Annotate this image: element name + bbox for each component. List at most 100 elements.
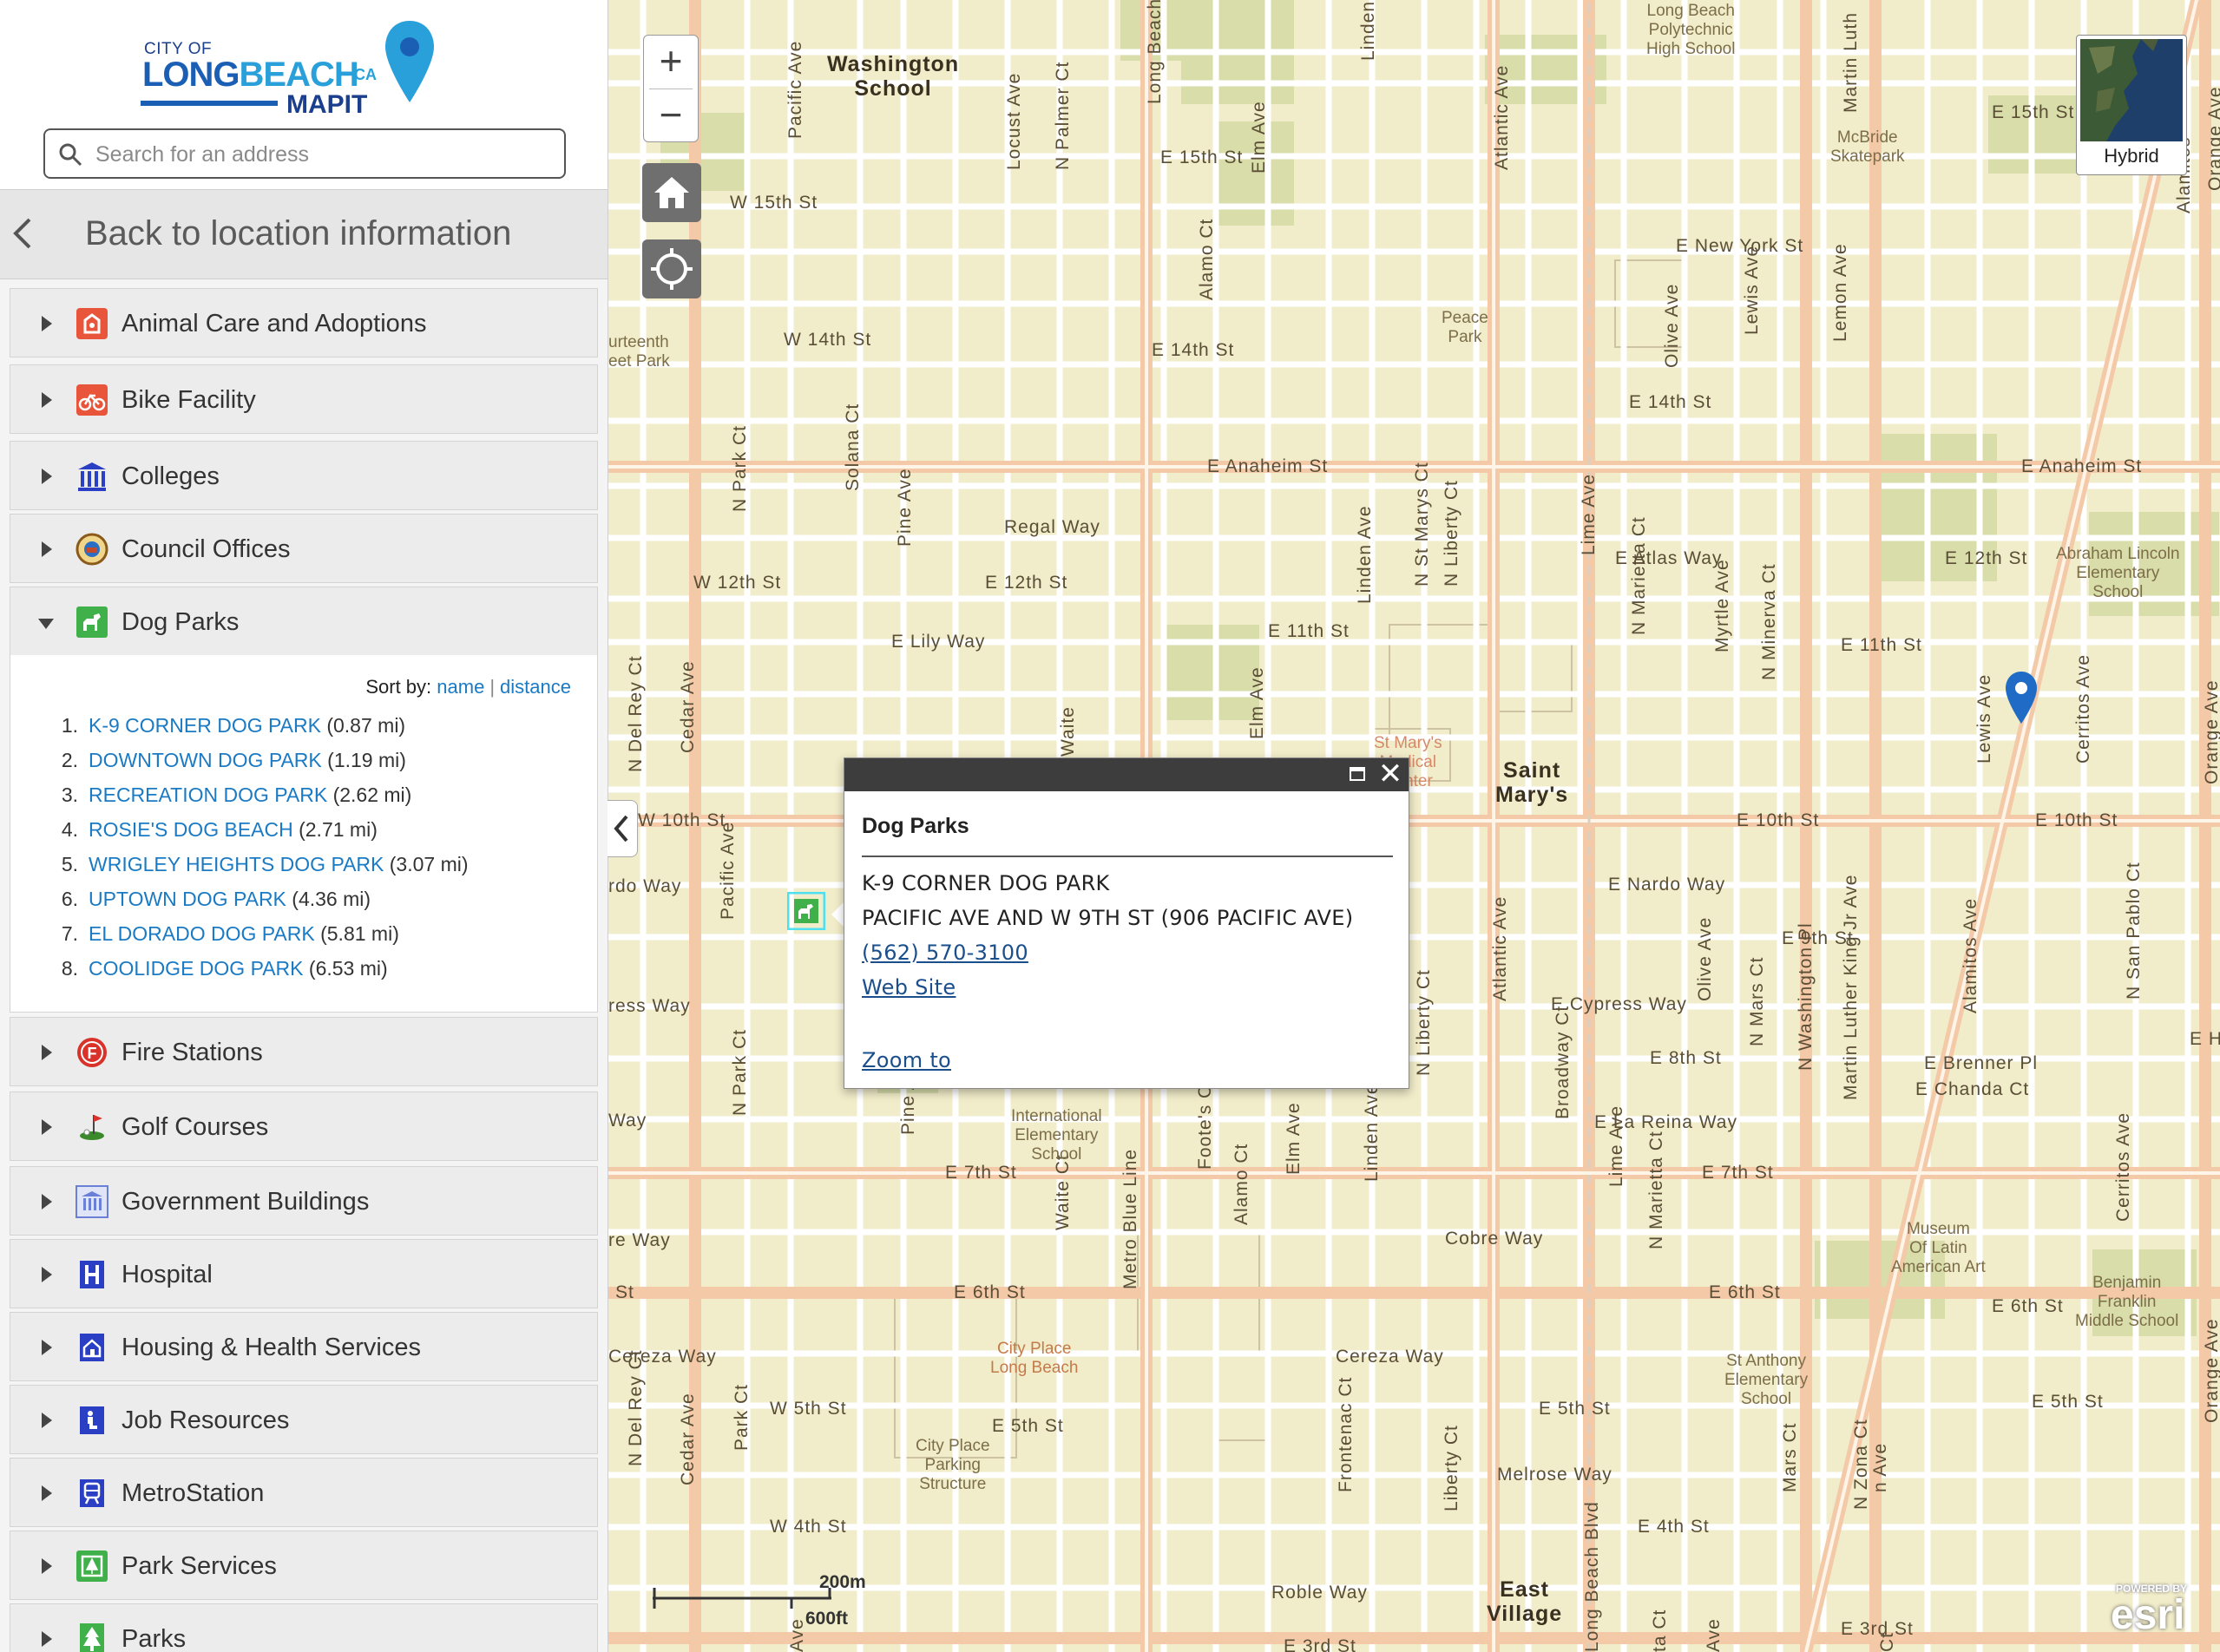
street-label: E 6th St xyxy=(954,1282,1026,1302)
poi-label: Benjamin Franklin Middle School xyxy=(2075,1274,2178,1331)
dog-park-link[interactable]: COOLIDGE DOG PARK xyxy=(89,957,304,980)
street-label: Cobre Way xyxy=(1445,1229,1544,1249)
maximize-icon[interactable] xyxy=(1350,767,1365,781)
street-label: N Park Ct xyxy=(730,1028,750,1116)
list-item: 3. RECREATION DOG PARK (2.62 mi) xyxy=(45,783,469,818)
category-label: Hospital xyxy=(122,1261,213,1288)
category-fire-stations[interactable]: F Fire Stations xyxy=(10,1017,598,1086)
dog-park-link[interactable]: UPTOWN DOG PARK xyxy=(89,888,286,910)
street-label: Atlantic Ave xyxy=(1490,895,1510,1001)
category-colleges[interactable]: Colleges xyxy=(10,441,598,510)
poi-label: McBride Skatepark xyxy=(1830,128,1905,167)
dog-park-link[interactable]: DOWNTOWN DOG PARK xyxy=(89,749,322,771)
back-to-location-button[interactable]: Back to location information xyxy=(0,189,608,279)
street-label: n Ave xyxy=(1870,1442,1890,1492)
category-metro-station[interactable]: MetroStation xyxy=(10,1458,598,1527)
selected-dog-park-marker[interactable] xyxy=(787,892,825,930)
esri-logo[interactable]: POWERED BY esri xyxy=(2104,1583,2206,1643)
category-hospital[interactable]: Hospital xyxy=(10,1239,598,1308)
sort-by-name-link[interactable]: name xyxy=(437,676,484,698)
search-icon xyxy=(59,143,82,167)
street-label: Mars Ct xyxy=(1780,1422,1800,1493)
popup-website-link[interactable]: Web Site xyxy=(862,975,956,1000)
street-label: Elm Ave xyxy=(1247,666,1267,739)
street-label: Waite Ct xyxy=(1053,1154,1073,1230)
item-distance: (6.53 mi) xyxy=(308,957,388,980)
item-number: 6. xyxy=(61,888,78,910)
poi-text: East Village xyxy=(1487,1577,1563,1626)
sort-separator: | xyxy=(489,676,496,698)
street-label: ress Way xyxy=(608,996,691,1016)
search-box[interactable] xyxy=(43,128,566,179)
expand-arrow-icon xyxy=(42,469,52,484)
poi-text: Benjamin Franklin Middle School xyxy=(2075,1274,2179,1330)
item-distance: (2.62 mi) xyxy=(332,783,412,806)
category-bike-facility[interactable]: Bike Facility xyxy=(10,364,598,434)
category-label: Bike Facility xyxy=(122,386,256,414)
street-label: Pacific Ave xyxy=(785,40,805,139)
poi-label: Long Beach Polytechnic High School xyxy=(1646,2,1735,59)
street-label: E 5th St xyxy=(992,1416,1064,1436)
category-council-offices[interactable]: Council Offices xyxy=(10,514,598,583)
street-label: N Minerva Ct xyxy=(1759,563,1779,680)
poi-label: St Anthony Elementary School xyxy=(1724,1352,1808,1409)
street-label: E 6th St xyxy=(1709,1282,1781,1302)
street-label: Lewis Ave xyxy=(1974,673,1994,764)
category-animal-care[interactable]: Animal Care and Adoptions xyxy=(10,288,598,357)
category-dog-parks[interactable]: Dog Parks xyxy=(10,587,598,656)
popup-zoom-to-link[interactable]: Zoom to xyxy=(862,1048,951,1072)
dog-parks-list-panel: Sort by: name | distance 1. K-9 CORNER DOG … xyxy=(10,655,598,1013)
mapit-logo[interactable]: CITY OF LONGBEACH CA MAPIT xyxy=(139,17,451,119)
locate-button[interactable] xyxy=(642,239,701,298)
street-label: E 10th St xyxy=(2035,810,2118,830)
search-input[interactable] xyxy=(94,137,548,172)
category-job-resources[interactable]: Job Resources xyxy=(10,1385,598,1454)
list-item: 6. UPTOWN DOG PARK (4.36 mi) xyxy=(45,888,469,922)
item-distance: (1.19 mi) xyxy=(327,749,406,771)
category-housing-health[interactable]: Housing & Health Services xyxy=(10,1312,598,1381)
zoom-out-button[interactable]: − xyxy=(644,89,698,142)
close-icon[interactable]: ✕ xyxy=(1377,759,1403,789)
street-label: rdo Way xyxy=(608,876,682,896)
street-label: W 12th St xyxy=(693,573,782,593)
dog-park-link[interactable]: WRIGLEY HEIGHTS DOG PARK xyxy=(89,853,384,875)
chevron-left-icon xyxy=(614,815,628,842)
category-golf-courses[interactable]: Golf Courses xyxy=(10,1092,598,1161)
street-label: E Nardo Way xyxy=(1608,875,1726,895)
home-icon xyxy=(654,177,689,208)
collapse-sidebar-button[interactable] xyxy=(608,800,638,857)
expand-arrow-icon xyxy=(42,1267,52,1282)
street-label: Liberty Ct xyxy=(1442,1425,1461,1511)
dog-park-link[interactable]: EL DORADO DOG PARK xyxy=(89,922,315,945)
street-label: Orange Ave xyxy=(2202,679,2220,784)
poi-label: City Place Parking Structure xyxy=(916,1437,990,1494)
location-pin-icon[interactable] xyxy=(2004,670,2039,727)
popup-phone-link[interactable]: (562) 570-3100 xyxy=(862,941,1028,965)
street-label: Lewis Ave xyxy=(1742,245,1762,335)
map-pin-icon xyxy=(385,21,434,102)
street-label: Elm Ave xyxy=(1249,101,1269,174)
dog-park-link[interactable]: ROSIE'S DOG BEACH xyxy=(89,818,293,841)
category-park-services[interactable]: Park Services xyxy=(10,1531,598,1600)
poi-label: City Place Long Beach xyxy=(990,1340,1078,1378)
dog-park-link[interactable]: K-9 CORNER DOG PARK xyxy=(89,714,321,737)
category-parks[interactable]: Parks xyxy=(10,1603,598,1652)
expand-arrow-icon xyxy=(42,1340,52,1355)
basemap-toggle[interactable]: Hybrid xyxy=(2076,35,2187,175)
svg-text:F: F xyxy=(88,1045,97,1062)
street-label: E Anaheim St xyxy=(1207,456,1329,476)
expand-arrow-icon xyxy=(42,1558,52,1574)
street-label: E 8th St xyxy=(1650,1048,1722,1068)
popup-divider xyxy=(862,856,1393,857)
category-label: Golf Courses xyxy=(122,1113,269,1141)
category-government-buildings[interactable]: Government Buildings xyxy=(10,1166,598,1236)
street-label: N Park Ct xyxy=(730,424,750,512)
street-label: E 14th St xyxy=(1152,340,1235,360)
zoom-in-button[interactable]: + xyxy=(644,36,698,88)
dog-park-link[interactable]: RECREATION DOG PARK xyxy=(89,783,327,806)
item-distance: (0.87 mi) xyxy=(326,714,406,737)
home-button[interactable] xyxy=(642,163,701,222)
street-label: Long Beach Blvd xyxy=(1582,1501,1602,1652)
item-number: 7. xyxy=(61,922,78,945)
sort-by-distance-link[interactable]: distance xyxy=(500,676,571,698)
